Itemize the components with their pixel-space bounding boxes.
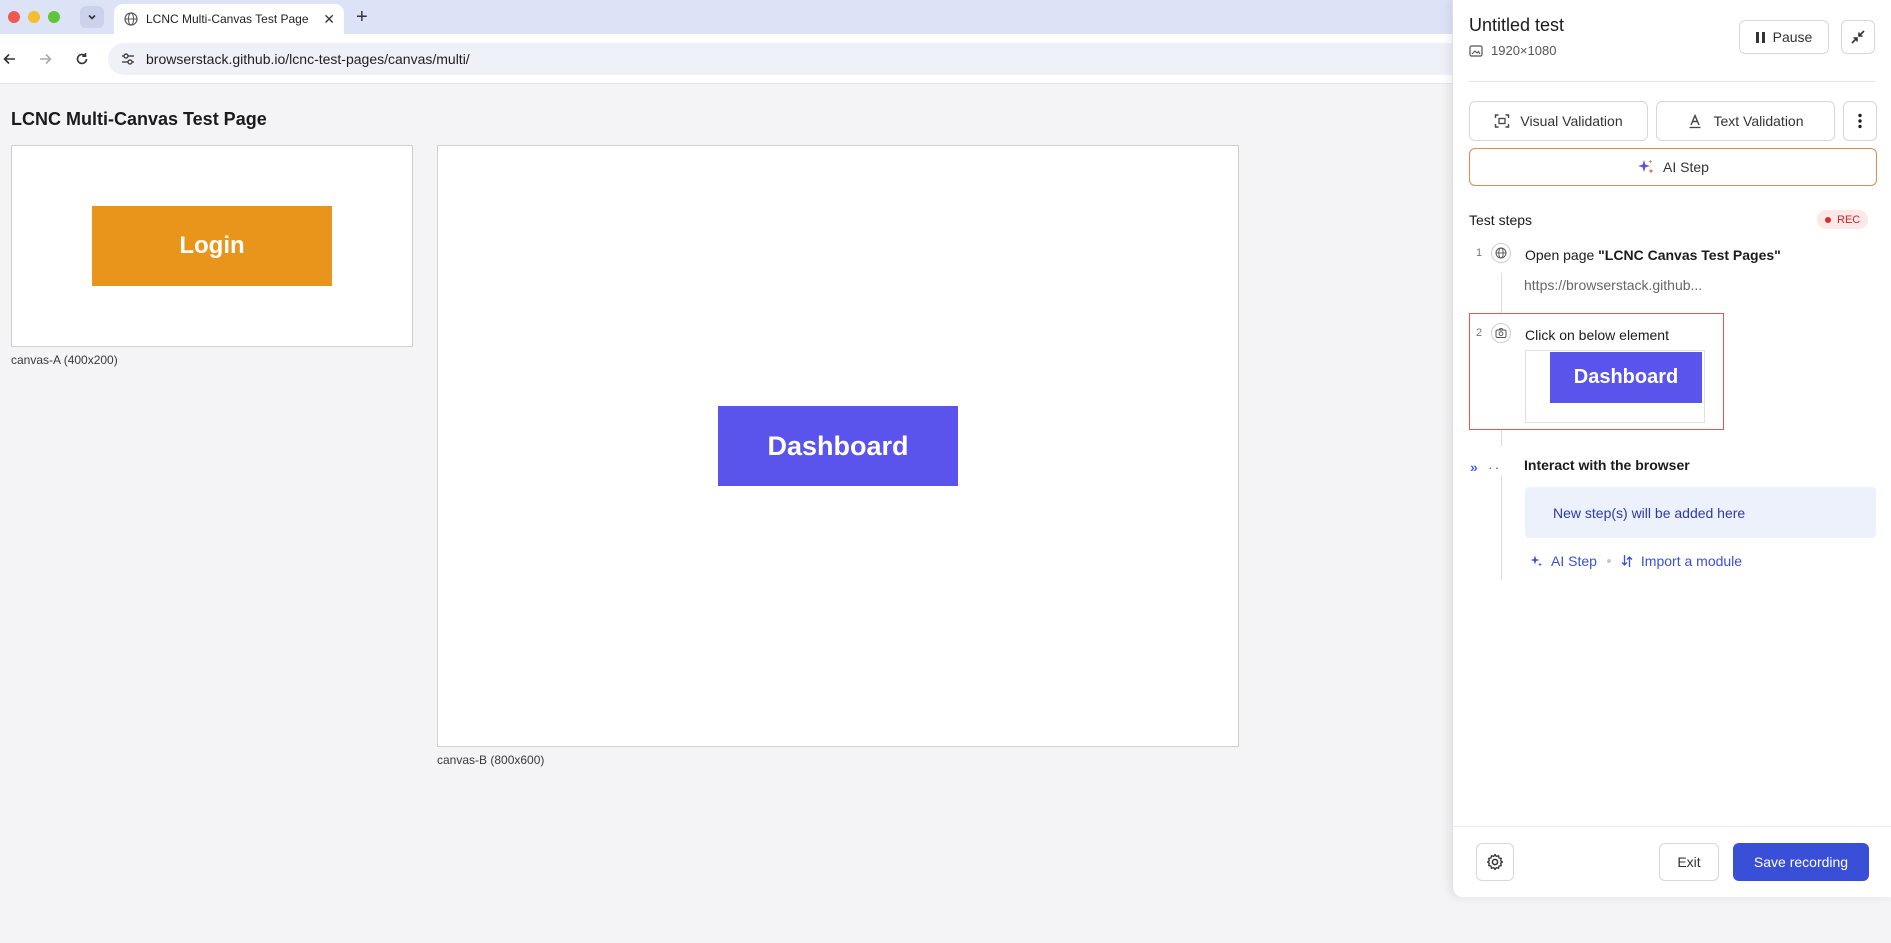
rec-badge: REC	[1817, 210, 1869, 229]
pause-icon	[1755, 31, 1765, 43]
resolution-value: 1920×1080	[1491, 43, 1557, 58]
address-bar-url: browserstack.github.io/lcnc-test-pages/c…	[146, 51, 470, 67]
camera-icon	[1491, 323, 1511, 343]
globe-icon	[1491, 243, 1511, 263]
canvas-a-caption: canvas-A (400x200)	[11, 353, 118, 367]
loading-dots-icon: ··	[1488, 459, 1502, 475]
window-minimize-control[interactable]	[28, 11, 40, 23]
text-validation-button[interactable]: Text Validation	[1656, 101, 1835, 141]
settings-button[interactable]	[1476, 843, 1514, 881]
step-1-url: https://browserstack.github...	[1524, 277, 1703, 293]
sparkle-icon	[1529, 554, 1543, 568]
web-page: LCNC Multi-Canvas Test Page Login canvas…	[0, 85, 1452, 943]
thumbnail-dashboard-button: Dashboard	[1550, 352, 1702, 403]
recording-dot-icon	[1825, 216, 1831, 223]
new-tab-icon[interactable]: +	[356, 7, 368, 27]
forward-icon[interactable]	[35, 49, 55, 69]
site-settings-icon[interactable]	[120, 51, 136, 67]
collapse-icon	[1851, 30, 1865, 44]
step-1-target: "LCNC Canvas Test Pages"	[1598, 247, 1781, 263]
add-step-links: AI Step Import a module	[1529, 553, 1742, 569]
import-icon	[1621, 554, 1633, 568]
timeline-line	[1501, 273, 1502, 313]
dashboard-button[interactable]: Dashboard	[718, 406, 958, 486]
header-divider	[1469, 81, 1875, 82]
tab-search-button[interactable]	[80, 6, 104, 28]
text-validation-icon	[1687, 113, 1703, 129]
footer-divider	[1453, 826, 1891, 827]
test-title[interactable]: Untitled test	[1469, 15, 1564, 36]
pause-button[interactable]: Pause	[1739, 20, 1829, 54]
page-title: LCNC Multi-Canvas Test Page	[11, 109, 267, 129]
visual-validation-label: Visual Validation	[1520, 113, 1623, 129]
canvas-a[interactable]: Login	[11, 145, 413, 347]
step-number: 1	[1476, 247, 1483, 259]
sparkle-icon	[1637, 158, 1655, 176]
visual-validation-icon	[1494, 113, 1510, 129]
ai-step-label: AI Step	[1663, 159, 1709, 175]
ai-step-link[interactable]: AI Step	[1529, 553, 1597, 569]
import-module-link-label: Import a module	[1640, 553, 1743, 569]
tab-close-icon[interactable]: ✕	[323, 11, 335, 28]
image-icon	[1469, 44, 1483, 58]
rec-badge-label: REC	[1837, 213, 1861, 226]
step-2-description[interactable]: Click on below element	[1525, 327, 1669, 343]
window-zoom-control[interactable]	[48, 11, 60, 23]
collapse-button[interactable]	[1841, 20, 1875, 54]
ai-step-button[interactable]: AI Step	[1469, 148, 1877, 186]
canvas-b-caption: canvas-B (800x600)	[437, 753, 545, 767]
step-number: 2	[1476, 327, 1483, 339]
exit-button[interactable]: Exit	[1659, 843, 1719, 881]
gear-icon	[1486, 853, 1504, 871]
timeline-line	[1501, 475, 1502, 580]
canvas-b[interactable]: Dashboard	[437, 145, 1239, 747]
resolution-label: 1920×1080	[1469, 43, 1556, 58]
pause-label: Pause	[1772, 29, 1813, 45]
save-recording-button[interactable]: Save recording	[1733, 843, 1869, 881]
window-close-control[interactable]	[8, 11, 20, 23]
ai-step-link-label: AI Step	[1551, 553, 1597, 569]
import-module-link[interactable]: Import a module	[1621, 553, 1742, 569]
interact-heading: Interact with the browser	[1524, 457, 1690, 473]
double-chevron-right-icon: »	[1470, 459, 1478, 475]
address-bar[interactable]: browserstack.github.io/lcnc-test-pages/c…	[108, 43, 1508, 75]
link-separator	[1606, 559, 1611, 563]
recorder-panel: Untitled test 1920×1080 Pause Visual Val…	[1452, 0, 1891, 897]
new-steps-placeholder: New step(s) will be added here	[1525, 487, 1876, 538]
visual-validation-button[interactable]: Visual Validation	[1469, 101, 1648, 141]
browser-tab-active[interactable]: LCNC Multi-Canvas Test Page ✕	[114, 4, 344, 34]
more-vertical-icon	[1858, 113, 1862, 129]
step-1-action: Open page	[1525, 247, 1599, 263]
more-options-button[interactable]	[1843, 101, 1877, 141]
back-icon[interactable]	[0, 49, 20, 69]
timeline-line	[1501, 430, 1502, 446]
login-button[interactable]: Login	[92, 206, 332, 286]
text-validation-label: Text Validation	[1713, 113, 1804, 129]
step-1-description[interactable]: Open page "LCNC Canvas Test Pages"	[1525, 247, 1781, 263]
element-thumbnail: Dashboard	[1525, 350, 1705, 423]
test-steps-heading: Test steps	[1469, 212, 1533, 228]
tab-title: LCNC Multi-Canvas Test Page	[146, 12, 309, 26]
reload-icon[interactable]	[72, 49, 92, 69]
chevron-down-icon	[88, 14, 96, 20]
globe-icon	[124, 12, 138, 26]
